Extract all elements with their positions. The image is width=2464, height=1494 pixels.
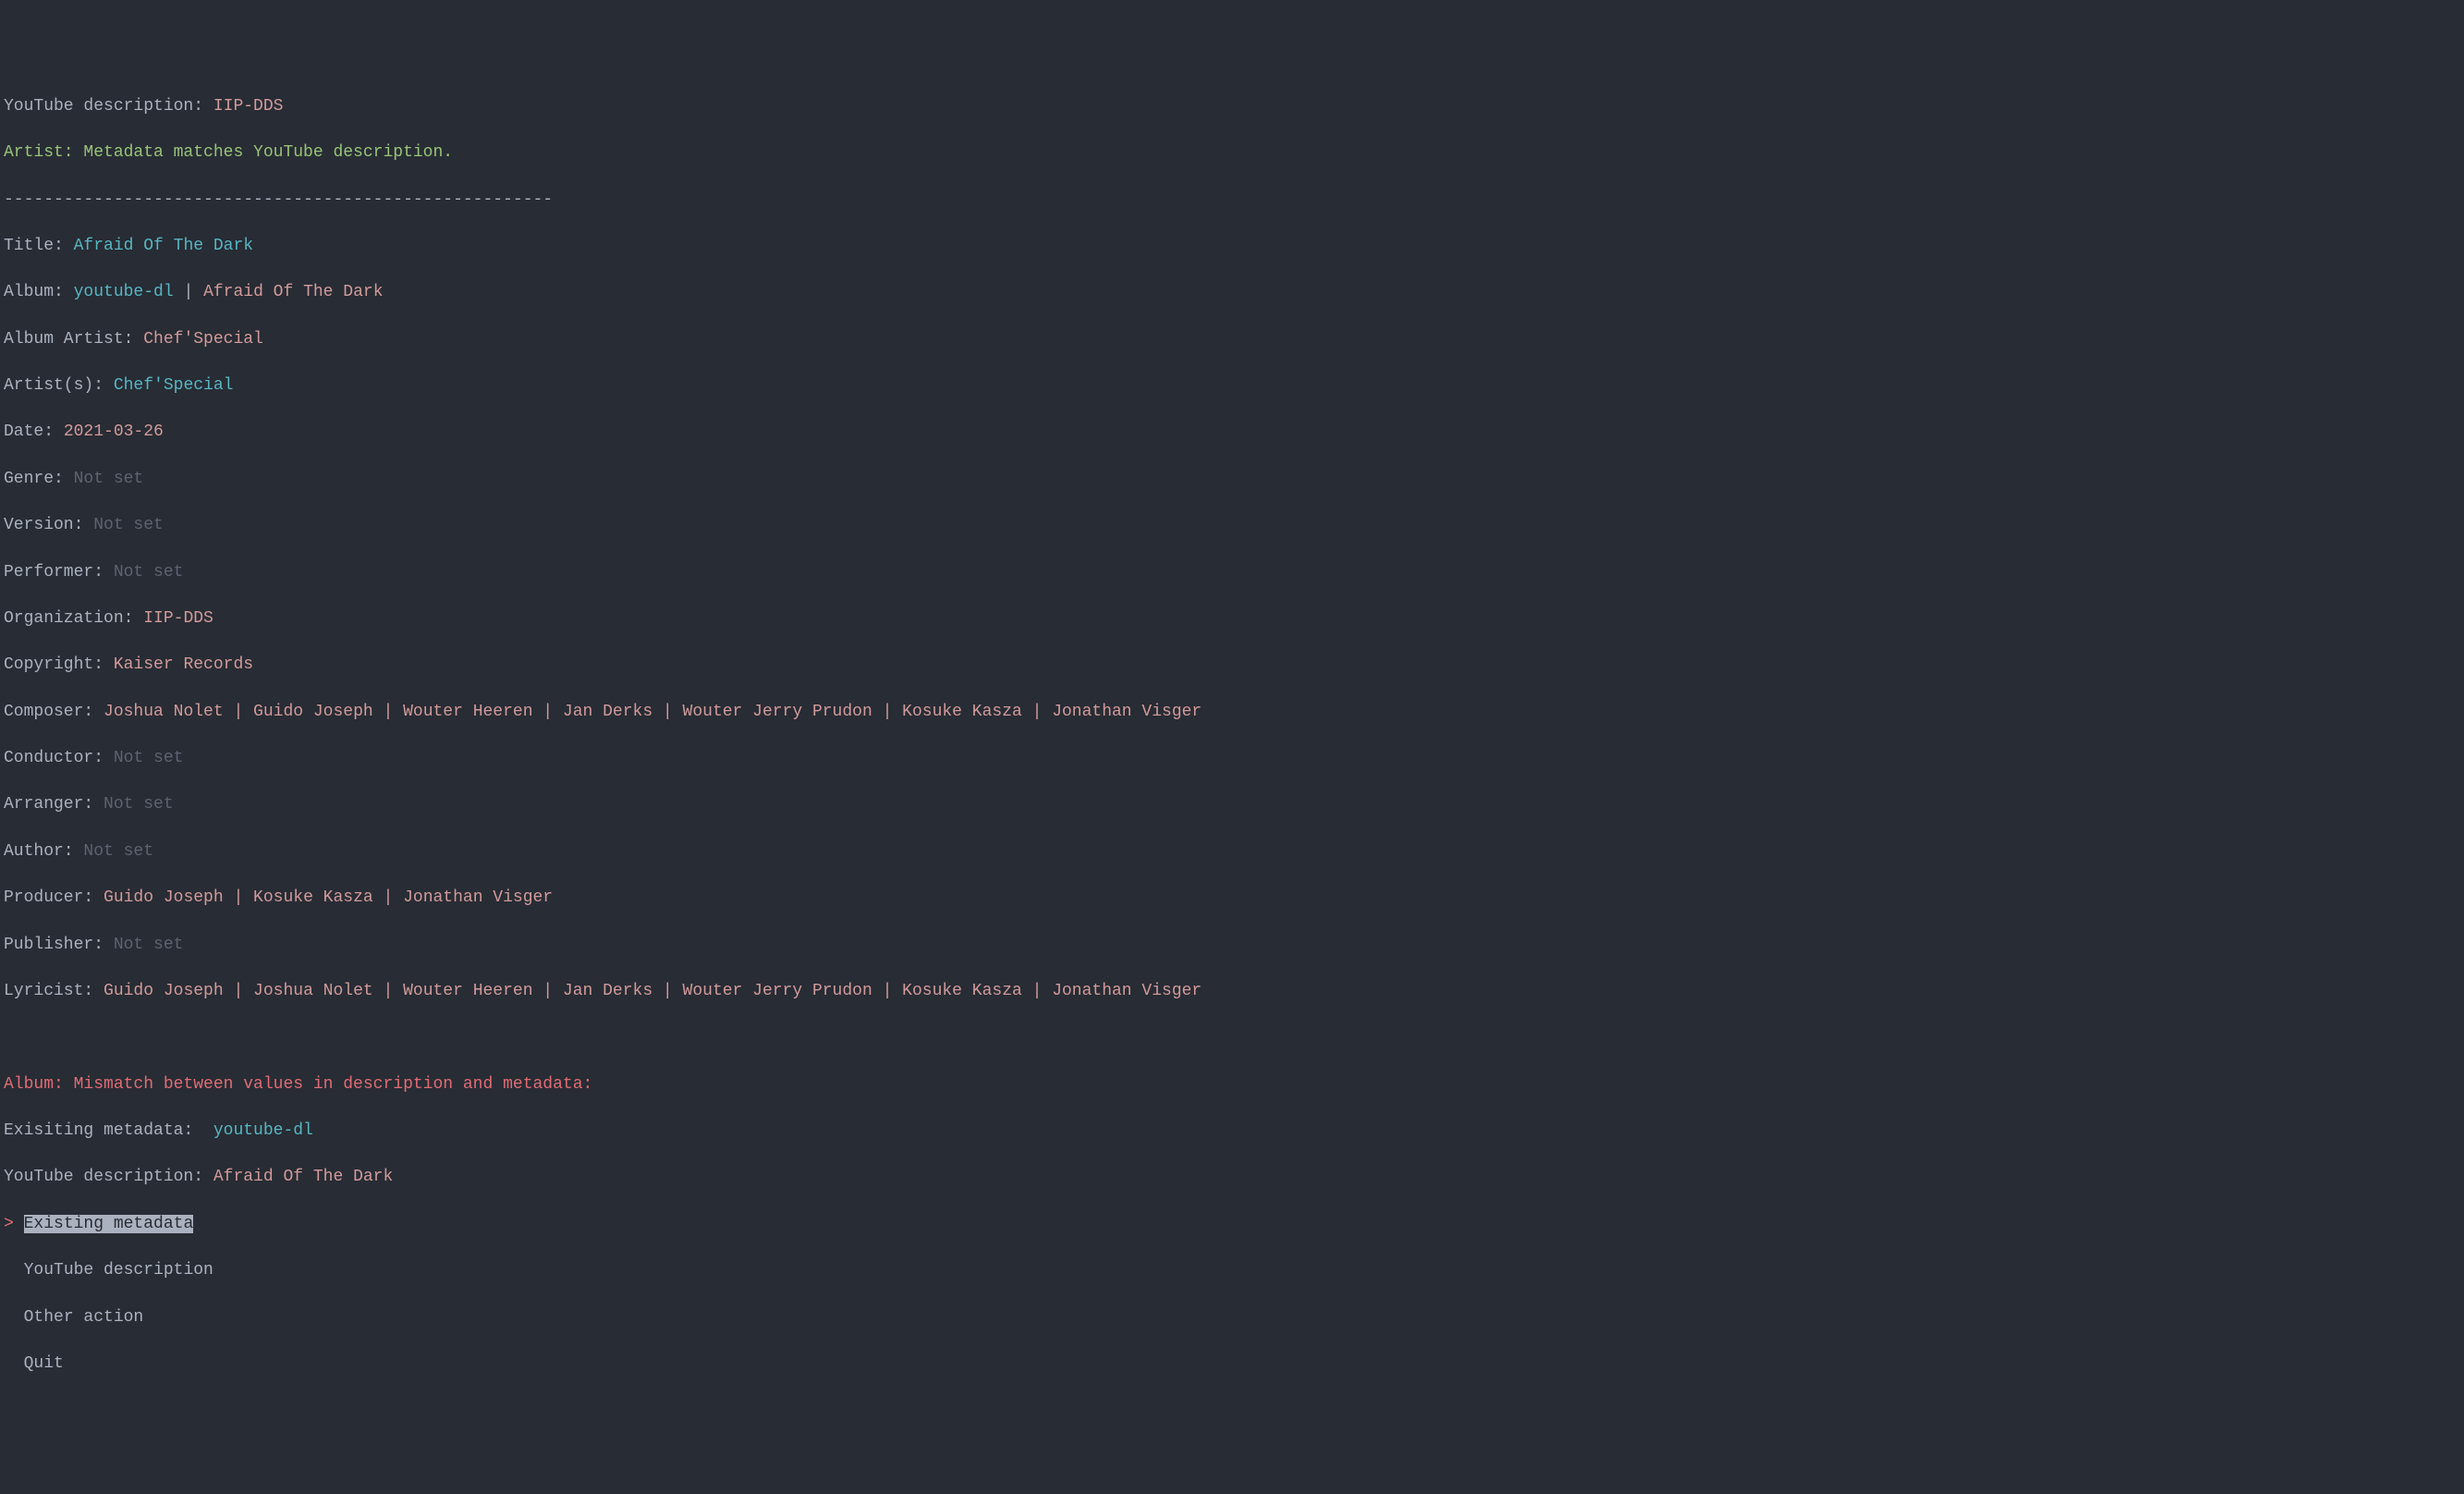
conductor-label: Conductor: bbox=[4, 749, 114, 767]
album-line: Album: youtube-dl | Afraid Of The Dark bbox=[4, 281, 2460, 304]
copyright-line: Copyright: Kaiser Records bbox=[4, 654, 2460, 677]
mismatch-existing-label: Exisiting metadata: bbox=[4, 1121, 213, 1140]
menu-indent bbox=[4, 1354, 24, 1373]
date-label: Date: bbox=[4, 422, 64, 441]
lyricist-line: Lyricist: Guido Joseph | Joshua Nolet | … bbox=[4, 980, 2460, 1003]
mismatch-existing-line: Exisiting metadata: youtube-dl bbox=[4, 1120, 2460, 1143]
artists-line: Artist(s): Chef'Special bbox=[4, 374, 2460, 398]
title-line: Title: Afraid Of The Dark bbox=[4, 235, 2460, 258]
blank-line bbox=[4, 1026, 2460, 1049]
album-value-1: youtube-dl bbox=[74, 283, 174, 301]
performer-line: Performer: Not set bbox=[4, 561, 2460, 584]
producer-value: Guido Joseph | Kosuke Kasza | Jonathan V… bbox=[104, 888, 553, 907]
menu-indent bbox=[4, 1261, 24, 1280]
organization-line: Organization: IIP-DDS bbox=[4, 607, 2460, 631]
genre-label: Genre: bbox=[4, 470, 74, 488]
composer-line: Composer: Joshua Nolet | Guido Joseph | … bbox=[4, 701, 2460, 724]
author-line: Author: Not set bbox=[4, 840, 2460, 863]
title-value: Afraid Of The Dark bbox=[74, 237, 253, 255]
menu-cursor-icon: > bbox=[4, 1215, 24, 1233]
conductor-line: Conductor: Not set bbox=[4, 747, 2460, 770]
version-value: Not set bbox=[93, 516, 164, 534]
mismatch-header: Album: Mismatch between values in descri… bbox=[4, 1073, 2460, 1096]
composer-value: Joshua Nolet | Guido Joseph | Wouter Hee… bbox=[104, 703, 1202, 721]
album-artist-value: Chef'Special bbox=[143, 330, 263, 349]
publisher-value: Not set bbox=[114, 936, 184, 954]
performer-value: Not set bbox=[114, 563, 184, 582]
menu-item-label: Other action bbox=[24, 1308, 144, 1327]
menu-item-existing[interactable]: > Existing metadata bbox=[4, 1213, 2460, 1236]
menu-item-quit[interactable]: Quit bbox=[4, 1353, 2460, 1376]
ytdesc-line: YouTube description: IIP-DDS bbox=[4, 95, 2460, 118]
organization-value: IIP-DDS bbox=[143, 609, 213, 628]
version-label: Version: bbox=[4, 516, 93, 534]
artists-label: Artist(s): bbox=[4, 376, 114, 395]
version-line: Version: Not set bbox=[4, 514, 2460, 537]
mismatch-ytdesc-label: YouTube description: bbox=[4, 1168, 213, 1186]
producer-label: Producer: bbox=[4, 888, 104, 907]
author-label: Author: bbox=[4, 842, 83, 861]
mismatch-ytdesc-line: YouTube description: Afraid Of The Dark bbox=[4, 1166, 2460, 1189]
copyright-value: Kaiser Records bbox=[114, 655, 253, 674]
artists-value: Chef'Special bbox=[114, 376, 234, 395]
genre-value: Not set bbox=[74, 470, 144, 488]
organization-label: Organization: bbox=[4, 609, 143, 628]
author-value: Not set bbox=[83, 842, 153, 861]
album-label: Album: bbox=[4, 283, 74, 301]
genre-line: Genre: Not set bbox=[4, 468, 2460, 491]
title-label: Title: bbox=[4, 237, 74, 255]
mismatch-ytdesc-value: Afraid Of The Dark bbox=[213, 1168, 393, 1186]
publisher-label: Publisher: bbox=[4, 936, 114, 954]
menu-item-label: Existing metadata bbox=[24, 1215, 194, 1233]
lyricist-value: Guido Joseph | Joshua Nolet | Wouter Hee… bbox=[104, 982, 1202, 1000]
ytdesc-value: IIP-DDS bbox=[213, 97, 284, 116]
publisher-line: Publisher: Not set bbox=[4, 934, 2460, 957]
arranger-label: Arranger: bbox=[4, 795, 104, 814]
performer-label: Performer: bbox=[4, 563, 114, 582]
arranger-value: Not set bbox=[104, 795, 174, 814]
ytdesc-label: YouTube description: bbox=[4, 97, 213, 116]
divider-line: ----------------------------------------… bbox=[4, 189, 2460, 212]
date-line: Date: 2021-03-26 bbox=[4, 421, 2460, 444]
menu-item-ytdesc[interactable]: YouTube description bbox=[4, 1259, 2460, 1282]
artist-match-line: Artist: Metadata matches YouTube descrip… bbox=[4, 141, 2460, 165]
album-sep: | bbox=[174, 283, 203, 301]
conductor-value: Not set bbox=[114, 749, 184, 767]
composer-label: Composer: bbox=[4, 703, 104, 721]
album-artist-label: Album Artist: bbox=[4, 330, 143, 349]
album-value-2: Afraid Of The Dark bbox=[203, 283, 383, 301]
menu-indent bbox=[4, 1308, 24, 1327]
menu-item-other[interactable]: Other action bbox=[4, 1306, 2460, 1329]
date-value: 2021-03-26 bbox=[64, 422, 164, 441]
menu-item-label: YouTube description bbox=[24, 1261, 213, 1280]
album-artist-line: Album Artist: Chef'Special bbox=[4, 328, 2460, 351]
producer-line: Producer: Guido Joseph | Kosuke Kasza | … bbox=[4, 887, 2460, 910]
arranger-line: Arranger: Not set bbox=[4, 793, 2460, 816]
menu-item-label: Quit bbox=[24, 1354, 64, 1373]
mismatch-existing-value: youtube-dl bbox=[213, 1121, 313, 1140]
lyricist-label: Lyricist: bbox=[4, 982, 104, 1000]
copyright-label: Copyright: bbox=[4, 655, 114, 674]
